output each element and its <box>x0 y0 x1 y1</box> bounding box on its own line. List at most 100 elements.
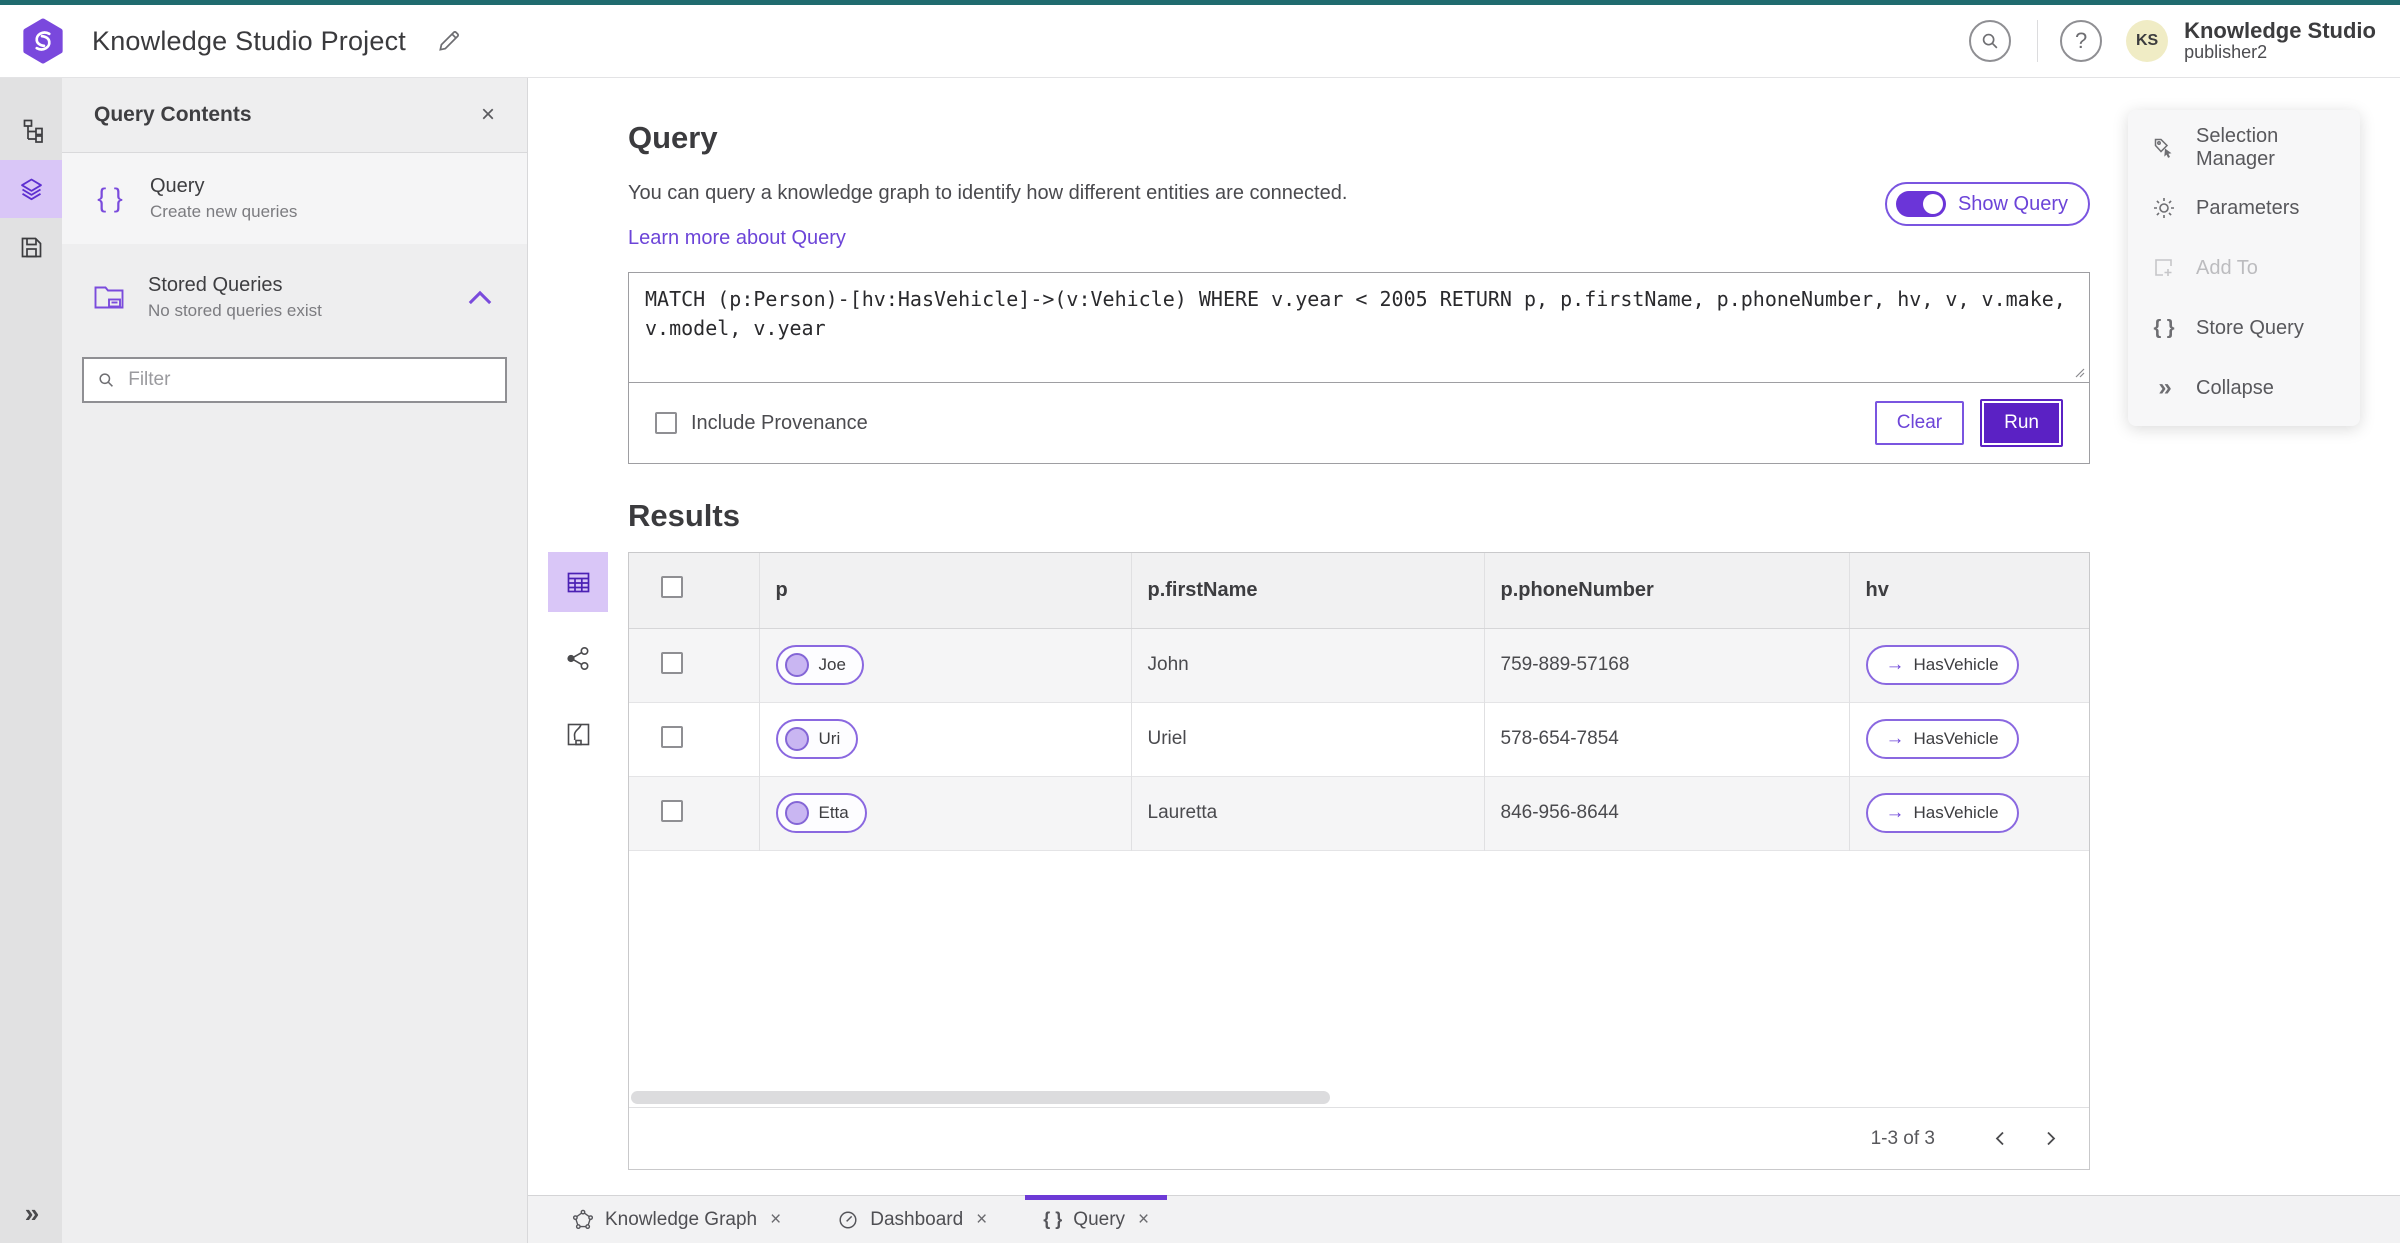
node-chip[interactable]: Joe <box>775 645 864 685</box>
row-checkbox[interactable] <box>661 651 683 674</box>
include-provenance-checkbox[interactable] <box>655 412 677 434</box>
table-icon <box>567 572 589 592</box>
query-textarea[interactable]: MATCH (p:Person)-[hv:HasVehicle]->(v:Veh… <box>629 273 2089 382</box>
tab-label: Knowledge Graph <box>605 1208 758 1230</box>
previous-page-button[interactable] <box>1979 1118 2021 1160</box>
rail-item-model-hierarchy[interactable] <box>0 102 62 160</box>
table-row: Etta Lauretta 846-956-8644 → HasVehicle <box>629 776 2089 850</box>
avatar[interactable]: KS <box>2126 20 2169 62</box>
menu-item-label: Collapse <box>2196 376 2274 399</box>
table-view-button[interactable] <box>548 552 608 612</box>
node-label: Uri <box>818 729 841 748</box>
toggle-switch[interactable] <box>1895 191 1946 217</box>
show-query-label: Show Query <box>1957 192 2068 215</box>
rail-item-queries[interactable] <box>0 160 62 218</box>
menu-item-label: Add To <box>2196 256 2258 279</box>
user-name: publisher2 <box>2184 42 2268 63</box>
collapse-section-icon[interactable] <box>463 281 497 315</box>
menu-item-selection-manager[interactable]: Selection Manager <box>2128 118 2360 178</box>
tab-knowledge-graph[interactable]: Knowledge Graph × <box>544 1196 809 1243</box>
cell-firstname: John <box>1131 628 1485 702</box>
expand-rail-icon[interactable]: » <box>25 1198 40 1243</box>
edge-chip[interactable]: → HasVehicle <box>1865 719 2019 759</box>
select-all-checkbox[interactable] <box>661 576 683 599</box>
hierarchy-icon <box>23 119 43 143</box>
arrow-right-icon: → <box>1885 654 1905 675</box>
column-header-phonenumber[interactable]: p.phoneNumber <box>1484 553 1850 629</box>
menu-item-store-query[interactable]: { } Store Query <box>2128 298 2360 358</box>
results-title: Results <box>628 498 740 533</box>
node-chip[interactable]: Uri <box>775 719 859 759</box>
tab-dashboard[interactable]: Dashboard × <box>809 1196 1015 1243</box>
panel-item-subtitle: No stored queries exist <box>148 301 322 320</box>
close-tab-icon[interactable]: × <box>976 1209 987 1231</box>
chevron-left-icon <box>1995 1131 2004 1146</box>
node-chip[interactable]: Etta <box>775 793 867 833</box>
menu-item-collapse[interactable]: » Collapse <box>2128 358 2360 418</box>
clear-button[interactable]: Clear <box>1874 401 1965 445</box>
query-footer: Include Provenance Clear Run <box>629 383 2089 463</box>
search-button[interactable] <box>1969 20 2012 62</box>
resize-handle-icon[interactable] <box>2074 367 2086 379</box>
map-icon <box>567 723 589 745</box>
cell-phonenumber: 578-654-7854 <box>1484 702 1850 776</box>
cell-phonenumber: 759-889-57168 <box>1484 628 1850 702</box>
tab-label: Dashboard <box>870 1208 964 1230</box>
menu-item-label: Store Query <box>2196 316 2304 339</box>
query-description: You can query a knowledge graph to ident… <box>628 182 1348 204</box>
topbar: Knowledge Studio Project ? KS Knowledge … <box>0 5 2400 78</box>
menu-item-label: Parameters <box>2196 196 2300 219</box>
node-icon <box>784 727 809 751</box>
rail-item-saved[interactable] <box>0 218 62 276</box>
query-editor-box: MATCH (p:Person)-[hv:HasVehicle]->(v:Veh… <box>628 272 2090 464</box>
query-contents-panel: Query Contents × { } Query Create new qu… <box>62 78 528 1243</box>
run-button[interactable]: Run <box>1980 399 2063 447</box>
topbar-divider <box>2037 20 2039 62</box>
arrow-right-icon: → <box>1885 728 1905 749</box>
map-view-button[interactable] <box>548 704 608 764</box>
node-icon <box>784 801 809 825</box>
horizontal-scrollbar-thumb[interactable] <box>631 1090 1330 1104</box>
next-page-button[interactable] <box>2029 1118 2071 1160</box>
table-row: Joe John 759-889-57168 → HasVehicle <box>629 628 2089 702</box>
help-button[interactable]: ? <box>2060 20 2103 62</box>
panel-item-stored-queries[interactable]: Stored Queries No stored queries exist <box>62 252 527 343</box>
close-tab-icon[interactable]: × <box>1138 1209 1149 1231</box>
filter-input[interactable] <box>128 369 493 391</box>
tab-query[interactable]: { } Query × <box>1015 1195 1177 1243</box>
main-content: Query You can query a knowledge graph to… <box>528 78 2400 1195</box>
panel-header: Query Contents × <box>62 78 527 152</box>
close-tab-icon[interactable]: × <box>770 1209 781 1231</box>
row-checkbox[interactable] <box>661 799 683 822</box>
close-panel-icon[interactable]: × <box>481 101 495 129</box>
panel-item-query[interactable]: { } Query Create new queries <box>62 153 527 244</box>
edit-title-icon[interactable] <box>436 28 462 54</box>
table-row: Uri Uriel 578-654-7854 → HasVehicle <box>629 702 2089 776</box>
column-header-firstname[interactable]: p.firstName <box>1131 553 1485 629</box>
layers-icon <box>20 178 42 200</box>
selection-manager-icon <box>2154 138 2172 158</box>
column-header-p[interactable]: p <box>759 553 1132 629</box>
graph-view-button[interactable] <box>548 628 608 688</box>
edge-label: HasVehicle <box>1913 655 1999 674</box>
menu-item-parameters[interactable]: Parameters <box>2128 178 2360 238</box>
results-table: p p.firstName p.phoneNumber hv Joe John <box>629 553 2089 851</box>
query-actions-menu: Selection Manager Parameters Add To { } … <box>2128 110 2360 426</box>
project-title: Knowledge Studio Project <box>92 25 406 56</box>
row-checkbox[interactable] <box>661 725 683 748</box>
results-footer: 1-3 of 3 <box>629 1107 2089 1169</box>
cell-firstname: Lauretta <box>1131 776 1485 850</box>
panel-item-title: Query <box>150 175 205 197</box>
query-braces-icon: { } <box>1043 1209 1063 1229</box>
save-icon <box>21 237 41 257</box>
chevron-right-icon <box>2046 1131 2055 1146</box>
edge-chip[interactable]: → HasVehicle <box>1865 793 2019 833</box>
column-header-hv[interactable]: hv <box>1849 553 2089 629</box>
edge-chip[interactable]: → HasVehicle <box>1865 645 2019 685</box>
results-view-rail <box>548 552 608 1170</box>
query-text-wrap: MATCH (p:Person)-[hv:HasVehicle]->(v:Veh… <box>629 273 2089 383</box>
show-query-toggle[interactable]: Show Query <box>1884 182 2090 226</box>
learn-more-link[interactable]: Learn more about Query <box>628 227 846 250</box>
app-logo-icon <box>23 18 63 64</box>
page-title: Query <box>628 120 718 155</box>
